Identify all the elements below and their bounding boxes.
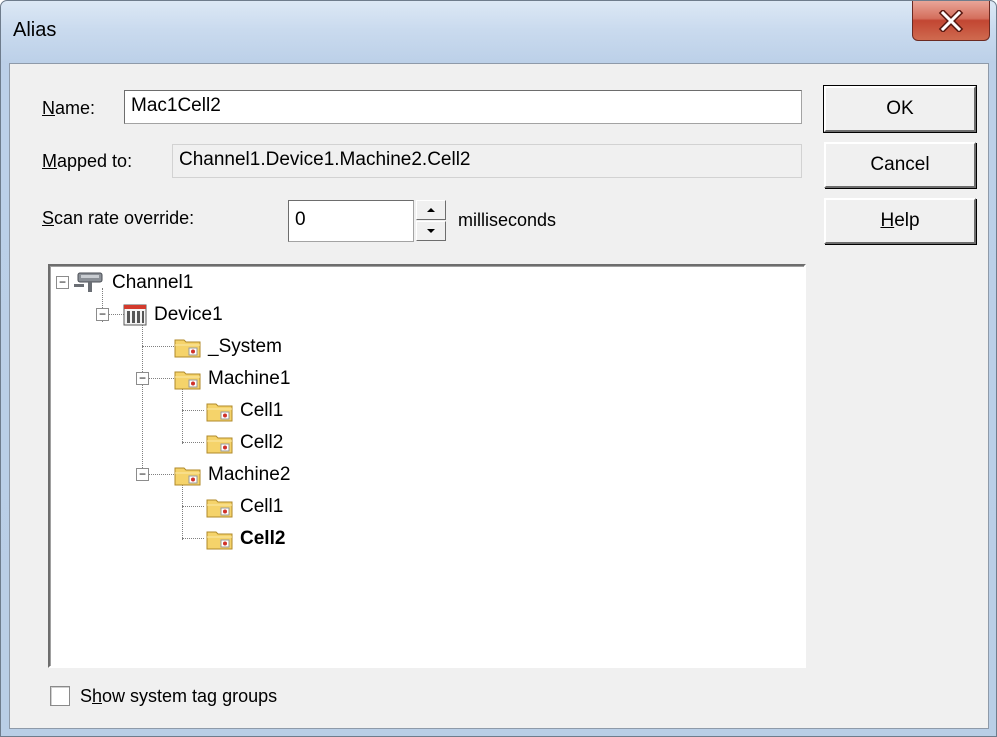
arrow-up-icon (427, 208, 435, 212)
arrow-down-icon (427, 229, 435, 233)
tree-connector (142, 320, 143, 478)
mapped-to-field: Channel1.Device1.Machine2.Cell2 (172, 144, 802, 178)
tree-connector (182, 410, 204, 411)
tree-node-label: Cell2 (240, 432, 284, 453)
title-bar: Alias (1, 1, 996, 63)
tree-connector (148, 378, 174, 379)
tag-group-folder-icon (174, 467, 201, 486)
tree-node-label: Device1 (154, 304, 223, 325)
tree-node-machine2-cell2-selected[interactable]: Cell2 (206, 524, 285, 554)
device-icon (123, 304, 147, 326)
tree-connector (182, 386, 183, 444)
collapse-toggle-machine1[interactable]: − (136, 372, 149, 385)
tree-node-label: Machine1 (208, 368, 291, 389)
tree-node-label: Channel1 (112, 272, 194, 293)
tree-node-label: Cell2 (240, 528, 286, 549)
tag-group-folder-icon (206, 435, 233, 454)
dialog-client-area: Name: Mac1Cell2 Mapped to: Channel1.Devi… (9, 63, 989, 729)
spin-up-button[interactable] (416, 200, 446, 220)
show-system-tag-groups-label[interactable]: Show system tag groups (80, 686, 277, 707)
alias-dialog: Alias Name: Mac1Cell2 Mapped to: Channel… (0, 0, 997, 737)
name-label: Name: (42, 98, 96, 118)
network-channel-icon (74, 272, 103, 292)
tree-node-label: _System (208, 336, 282, 357)
window-title: Alias (13, 19, 57, 41)
tag-group-folder-icon (174, 339, 201, 358)
tree-connector (182, 538, 204, 539)
collapse-toggle-machine2[interactable]: − (136, 468, 149, 481)
ok-button[interactable]: OK (823, 85, 977, 133)
tree-node-label: Cell1 (240, 496, 284, 517)
tree-connector (182, 442, 204, 443)
tag-tree-view[interactable]: − Channel1 − Device1 _System − Machine1 … (48, 264, 806, 668)
tree-connector (142, 346, 174, 347)
scan-rate-spinner[interactable] (416, 200, 448, 242)
scan-rate-label: Scan rate override: (42, 208, 195, 228)
tree-node-machine1[interactable]: Machine1 (174, 364, 290, 394)
mapped-to-label: Mapped to: (42, 151, 133, 171)
collapse-toggle-device1[interactable]: − (96, 308, 109, 321)
close-icon (938, 9, 964, 32)
cancel-button[interactable]: Cancel (824, 142, 976, 188)
tree-node-label: Machine2 (208, 464, 291, 485)
tree-node-machine1-cell1[interactable]: Cell1 (206, 396, 283, 426)
help-button[interactable]: Help (824, 198, 976, 244)
tree-node-device1[interactable]: Device1 (122, 300, 223, 330)
tag-group-folder-icon (206, 531, 233, 550)
tree-node-machine2[interactable]: Machine2 (174, 460, 290, 490)
scan-rate-input[interactable]: 0 (288, 200, 414, 242)
tag-group-folder-icon (206, 403, 233, 422)
spin-down-button[interactable] (416, 221, 446, 241)
milliseconds-label: milliseconds (458, 210, 557, 230)
tree-connector (182, 506, 204, 507)
collapse-toggle-channel1[interactable]: − (56, 276, 69, 289)
tree-node-system[interactable]: _System (174, 332, 282, 362)
show-system-tag-groups-checkbox[interactable] (50, 686, 70, 706)
tag-group-folder-icon (174, 371, 201, 390)
tag-group-folder-icon (206, 499, 233, 518)
tree-node-label: Cell1 (240, 400, 284, 421)
tree-node-machine2-cell1[interactable]: Cell1 (206, 492, 283, 522)
tree-node-channel1[interactable]: Channel1 (72, 268, 193, 298)
close-button[interactable] (912, 1, 990, 41)
name-input[interactable]: Mac1Cell2 (124, 90, 802, 124)
tree-connector (182, 482, 183, 540)
tree-connector (148, 474, 174, 475)
tree-node-machine1-cell2[interactable]: Cell2 (206, 428, 283, 458)
